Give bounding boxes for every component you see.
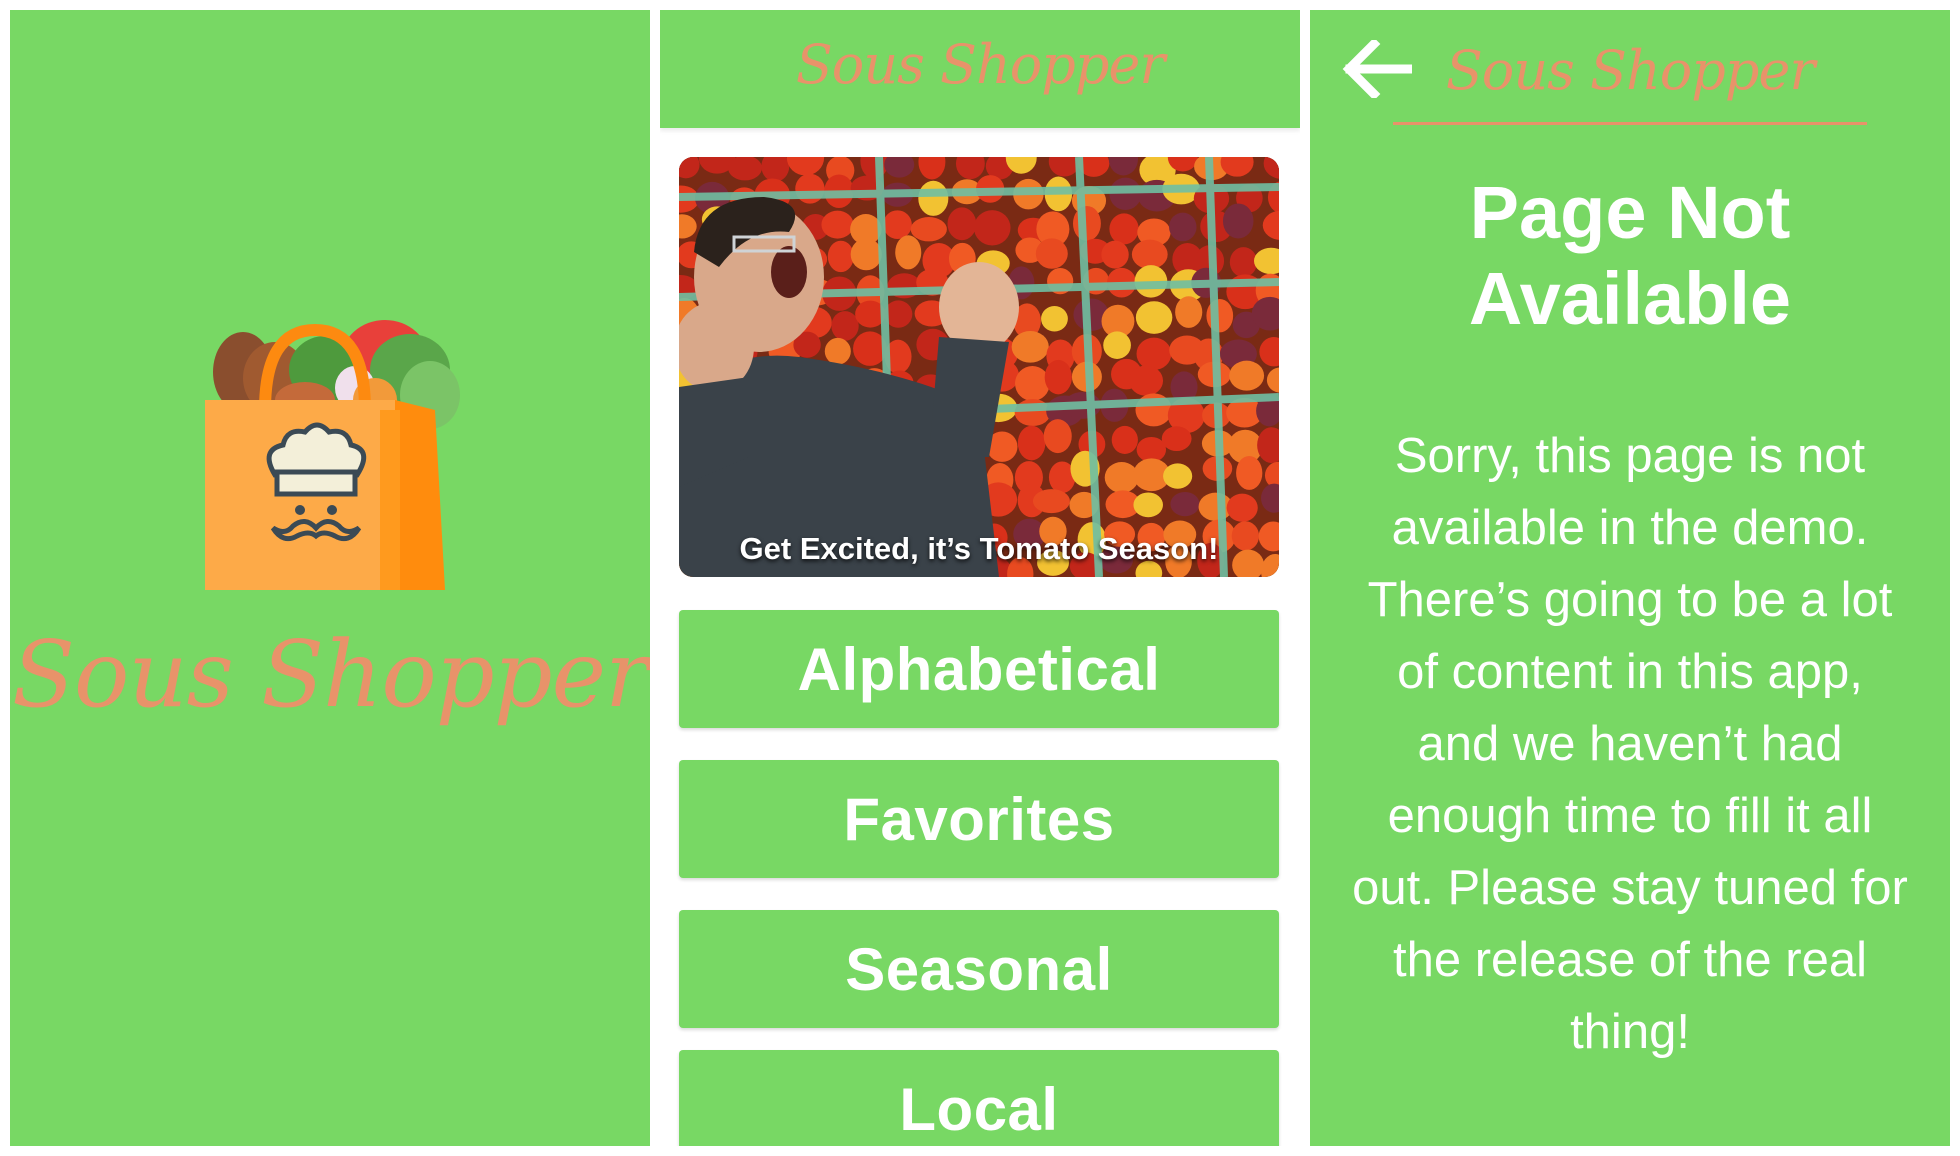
menu-button-local[interactable]: Local xyxy=(679,1050,1279,1146)
menu-button-favorites[interactable]: Favorites xyxy=(679,760,1279,878)
home-screen: Sous Shopper Get Excited, it’s Tomato Se… xyxy=(660,10,1300,1146)
menu-button-label: Seasonal xyxy=(845,935,1113,1003)
splash-screen: Sous Shopper xyxy=(10,10,650,1146)
menu-button-alphabetical[interactable]: Alphabetical xyxy=(679,610,1279,728)
menu-button-label: Favorites xyxy=(843,785,1115,853)
tomato-season-banner[interactable]: Get Excited, it’s Tomato Season! xyxy=(679,157,1279,577)
header-title-underlined: Sous Shopper xyxy=(1393,32,1867,125)
banner-caption: Get Excited, it’s Tomato Season! xyxy=(739,531,1219,566)
app-header: Sous Shopper xyxy=(660,10,1300,128)
menu-button-label: Alphabetical xyxy=(797,635,1161,703)
page-heading: Page Not Available xyxy=(1468,171,1792,340)
tomato-season-photo xyxy=(679,157,1279,577)
page-message: Sorry, this page is not available in the… xyxy=(1352,429,1908,1059)
header-title: Sous Shopper xyxy=(1445,39,1815,102)
menu-button-seasonal[interactable]: Seasonal xyxy=(679,910,1279,1028)
page-not-available-screen: Sous Shopper Page Not Available Sorry, t… xyxy=(1310,10,1950,1146)
menu-button-label: Local xyxy=(899,1075,1059,1143)
app-title: Sous Shopper xyxy=(12,621,649,728)
header-title: Sous Shopper xyxy=(795,33,1165,96)
shopping-bag-chef-icon xyxy=(205,300,465,590)
